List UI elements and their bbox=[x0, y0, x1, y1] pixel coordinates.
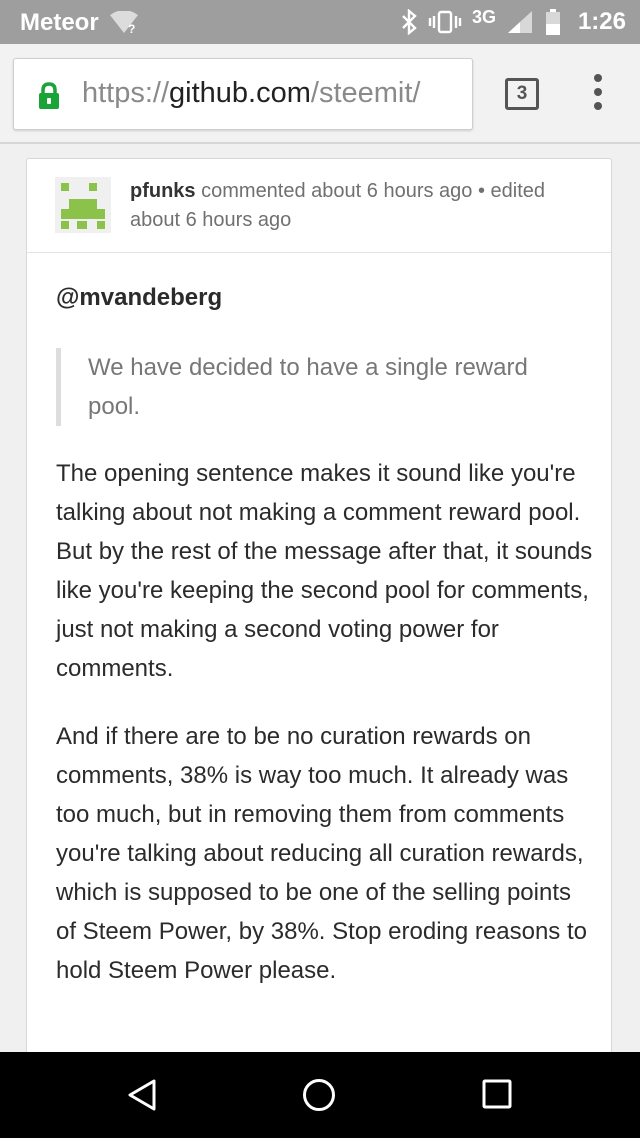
back-icon[interactable] bbox=[126, 1078, 158, 1112]
battery-icon bbox=[545, 9, 560, 35]
comment-paragraph: The opening sentence makes it sound like… bbox=[56, 460, 593, 682]
clock: 1:26 bbox=[577, 8, 626, 35]
avatar[interactable] bbox=[55, 177, 111, 233]
recents-icon[interactable] bbox=[482, 1079, 512, 1109]
url-host: github.com bbox=[169, 77, 311, 109]
comment-header: pfunks commented about 6 hours ago • edi… bbox=[27, 159, 611, 253]
url-path: /steemit/ bbox=[310, 77, 421, 109]
tab-switcher-button[interactable]: 3 bbox=[505, 78, 539, 110]
network-type: 3G bbox=[471, 6, 496, 27]
signal-icon bbox=[507, 11, 532, 33]
url-text[interactable]: https://github.com/steemit/ bbox=[82, 77, 421, 110]
browser-toolbar: https://github.com/steemit/ 3 bbox=[0, 44, 640, 144]
status-icons: 3G 1:26 bbox=[400, 0, 626, 44]
bluetooth-icon bbox=[402, 9, 417, 35]
url-scheme: https:// bbox=[82, 77, 170, 109]
carrier-name: Meteor bbox=[20, 9, 99, 36]
page-content: pfunks commented about 6 hours ago • edi… bbox=[0, 146, 640, 1052]
user-mention[interactable]: @mvandeberg bbox=[56, 284, 222, 312]
wifi-badge: ? bbox=[128, 22, 135, 35]
address-bar[interactable]: https://github.com/steemit/ bbox=[13, 58, 473, 130]
comment-card: pfunks commented about 6 hours ago • edi… bbox=[26, 158, 612, 1052]
system-nav-bar bbox=[0, 1052, 640, 1138]
status-bar: Meteor ? 3G 1:26 bbox=[0, 0, 640, 44]
author-link[interactable]: pfunks bbox=[130, 180, 196, 202]
blockquote: We have decided to have a single reward … bbox=[56, 348, 586, 426]
lock-icon bbox=[39, 82, 59, 109]
home-icon[interactable] bbox=[302, 1078, 336, 1112]
overflow-menu-icon[interactable] bbox=[588, 74, 608, 114]
wifi-icon: ? bbox=[110, 11, 138, 35]
comment-paragraph: And if there are to be no curation rewar… bbox=[56, 723, 587, 984]
vibrate-icon bbox=[428, 10, 462, 34]
comment-meta: pfunks commented about 6 hours ago • edi… bbox=[130, 177, 590, 235]
